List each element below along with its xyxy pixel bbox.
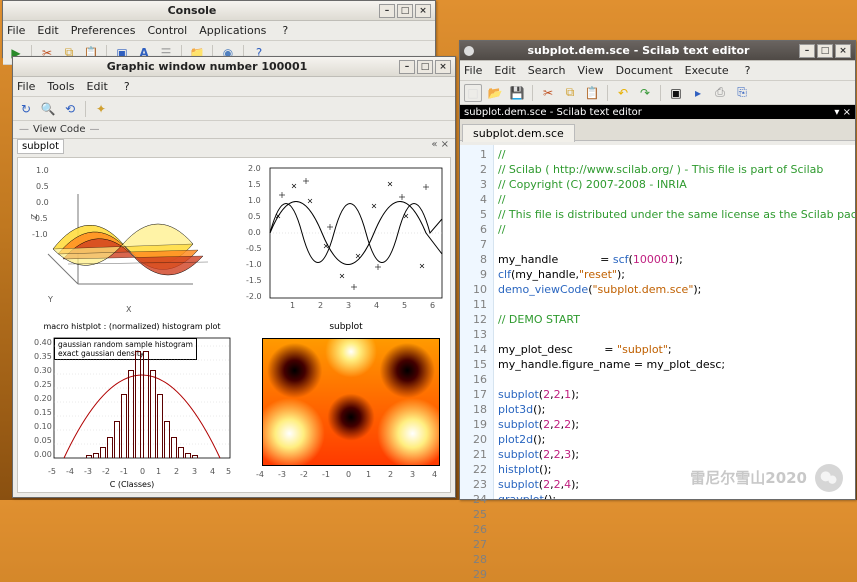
editor-pathbar: subplot.dem.sce - Scilab text editor▾ × <box>460 105 855 119</box>
subplot-3d: 1.0 0.5 0.0 -0.5 -1.0 Z X Y <box>36 164 226 312</box>
menu-applications[interactable]: Applications <box>199 24 266 37</box>
editor-tabs: subplot.dem.sce <box>460 119 855 141</box>
console-window: Console – □ × File Edit Preferences Cont… <box>2 0 436 58</box>
menu-control[interactable]: Control <box>147 24 187 37</box>
collapse-icon[interactable]: « × <box>431 139 449 150</box>
axis-x-label: X <box>126 305 131 314</box>
cut-icon[interactable]: ✂ <box>539 84 557 102</box>
console-titlebar[interactable]: Console – □ × <box>3 1 435 21</box>
console-menubar: File Edit Preferences Control Applicatio… <box>3 21 435 41</box>
rotate-icon[interactable]: ↻ <box>17 100 35 118</box>
editor-window: subplot.dem.sce - Scilab text editor – □… <box>459 40 856 500</box>
code-area[interactable]: //// Scilab ( http://www.scilab.org/ ) -… <box>494 145 855 499</box>
exec-all-icon[interactable]: ⎘ <box>733 84 751 102</box>
editor-title: subplot.dem.sce - Scilab text editor <box>480 44 797 57</box>
graphic-menubar: File Tools Edit ? <box>13 77 455 97</box>
graphic-titlebar[interactable]: Graphic window number 100001 – □ × <box>13 57 455 77</box>
editor-titlebar[interactable]: subplot.dem.sce - Scilab text editor – □… <box>460 41 855 61</box>
maximize-button[interactable]: □ <box>397 4 413 18</box>
menu-file[interactable]: File <box>464 64 482 77</box>
menu-help[interactable]: ? <box>124 80 130 93</box>
viewcode-bar[interactable]: View Code <box>13 121 455 139</box>
zoom-area-icon[interactable]: 🔍 <box>39 100 57 118</box>
open-icon[interactable]: 📂 <box>486 84 504 102</box>
minimize-button[interactable]: – <box>399 60 415 74</box>
minimize-button[interactable]: – <box>379 4 395 18</box>
print-icon[interactable]: ⎙ <box>711 84 729 102</box>
minimize-button[interactable]: – <box>799 44 815 58</box>
paste-icon[interactable]: 📋 <box>583 84 601 102</box>
editor-menubar: File Edit Search View Document Execute ? <box>460 61 855 81</box>
graphic-window: Graphic window number 100001 – □ × File … <box>12 56 456 498</box>
app-icon <box>464 46 474 56</box>
menu-preferences[interactable]: Preferences <box>71 24 136 37</box>
tab-file[interactable]: subplot.dem.sce <box>462 124 575 142</box>
menu-file[interactable]: File <box>17 80 35 93</box>
close-button[interactable]: × <box>835 44 851 58</box>
wechat-icon <box>815 464 843 492</box>
subplot-2d: 2.0 1.5 1.0 0.5 0.0 -0.5 -1.0 -1.5 -2.0 … <box>246 164 446 312</box>
editor-toolbar: □ 📂 💾 ✂ ⧉ 📋 ↶ ↷ ▣ ▸ ⎙ ⎘ <box>460 81 855 105</box>
menu-execute[interactable]: Execute <box>685 64 729 77</box>
menu-help[interactable]: ? <box>745 64 751 77</box>
hist-xlabel: C (Classes) <box>28 480 236 489</box>
subplot-title: subplot <box>246 322 446 332</box>
reset-zoom-icon[interactable]: ⟲ <box>61 100 79 118</box>
new-icon[interactable]: □ <box>464 84 482 102</box>
watermark-text: 雷尼尔雪山2020 <box>690 467 807 488</box>
menu-file[interactable]: File <box>7 24 25 37</box>
menu-edit[interactable]: Edit <box>494 64 515 77</box>
maximize-button[interactable]: □ <box>417 60 433 74</box>
subplot-heat <box>262 338 440 466</box>
exec-icon[interactable]: ▣ <box>667 84 685 102</box>
plot-canvas: 1.0 0.5 0.0 -0.5 -1.0 Z X Y <box>17 157 451 493</box>
close-button[interactable]: × <box>435 60 451 74</box>
menu-document[interactable]: Document <box>616 64 673 77</box>
redo-icon[interactable]: ↷ <box>636 84 654 102</box>
undo-icon[interactable]: ↶ <box>614 84 632 102</box>
menu-tools[interactable]: Tools <box>47 80 74 93</box>
save-icon[interactable]: 💾 <box>508 84 526 102</box>
menu-search[interactable]: Search <box>528 64 566 77</box>
menu-edit[interactable]: Edit <box>87 80 108 93</box>
menu-help[interactable]: ? <box>282 24 288 37</box>
subplot-hist: gaussian random sample histogram exact g… <box>40 336 234 476</box>
subplot-dropdown[interactable]: subplot <box>17 139 64 154</box>
menu-edit[interactable]: Edit <box>37 24 58 37</box>
console-title: Console <box>7 4 377 17</box>
exec-into-icon[interactable]: ▸ <box>689 84 707 102</box>
copy-icon[interactable]: ⧉ <box>561 84 579 102</box>
graphic-title: Graphic window number 100001 <box>17 60 397 73</box>
menu-view[interactable]: View <box>578 64 604 77</box>
datatip-icon[interactable]: ✦ <box>92 100 110 118</box>
close-button[interactable]: × <box>415 4 431 18</box>
editor-body[interactable]: 1234567891011121314151617181920212223242… <box>460 145 855 499</box>
axis-y-label: Y <box>48 295 53 304</box>
graphic-toolbar: ↻ 🔍 ⟲ ✦ <box>13 97 455 121</box>
maximize-button[interactable]: □ <box>817 44 833 58</box>
line-gutter: 1234567891011121314151617181920212223242… <box>460 145 494 499</box>
hist-title: macro histplot : (normalized) histogram … <box>28 322 236 331</box>
axis-z-label: Z <box>30 214 39 219</box>
